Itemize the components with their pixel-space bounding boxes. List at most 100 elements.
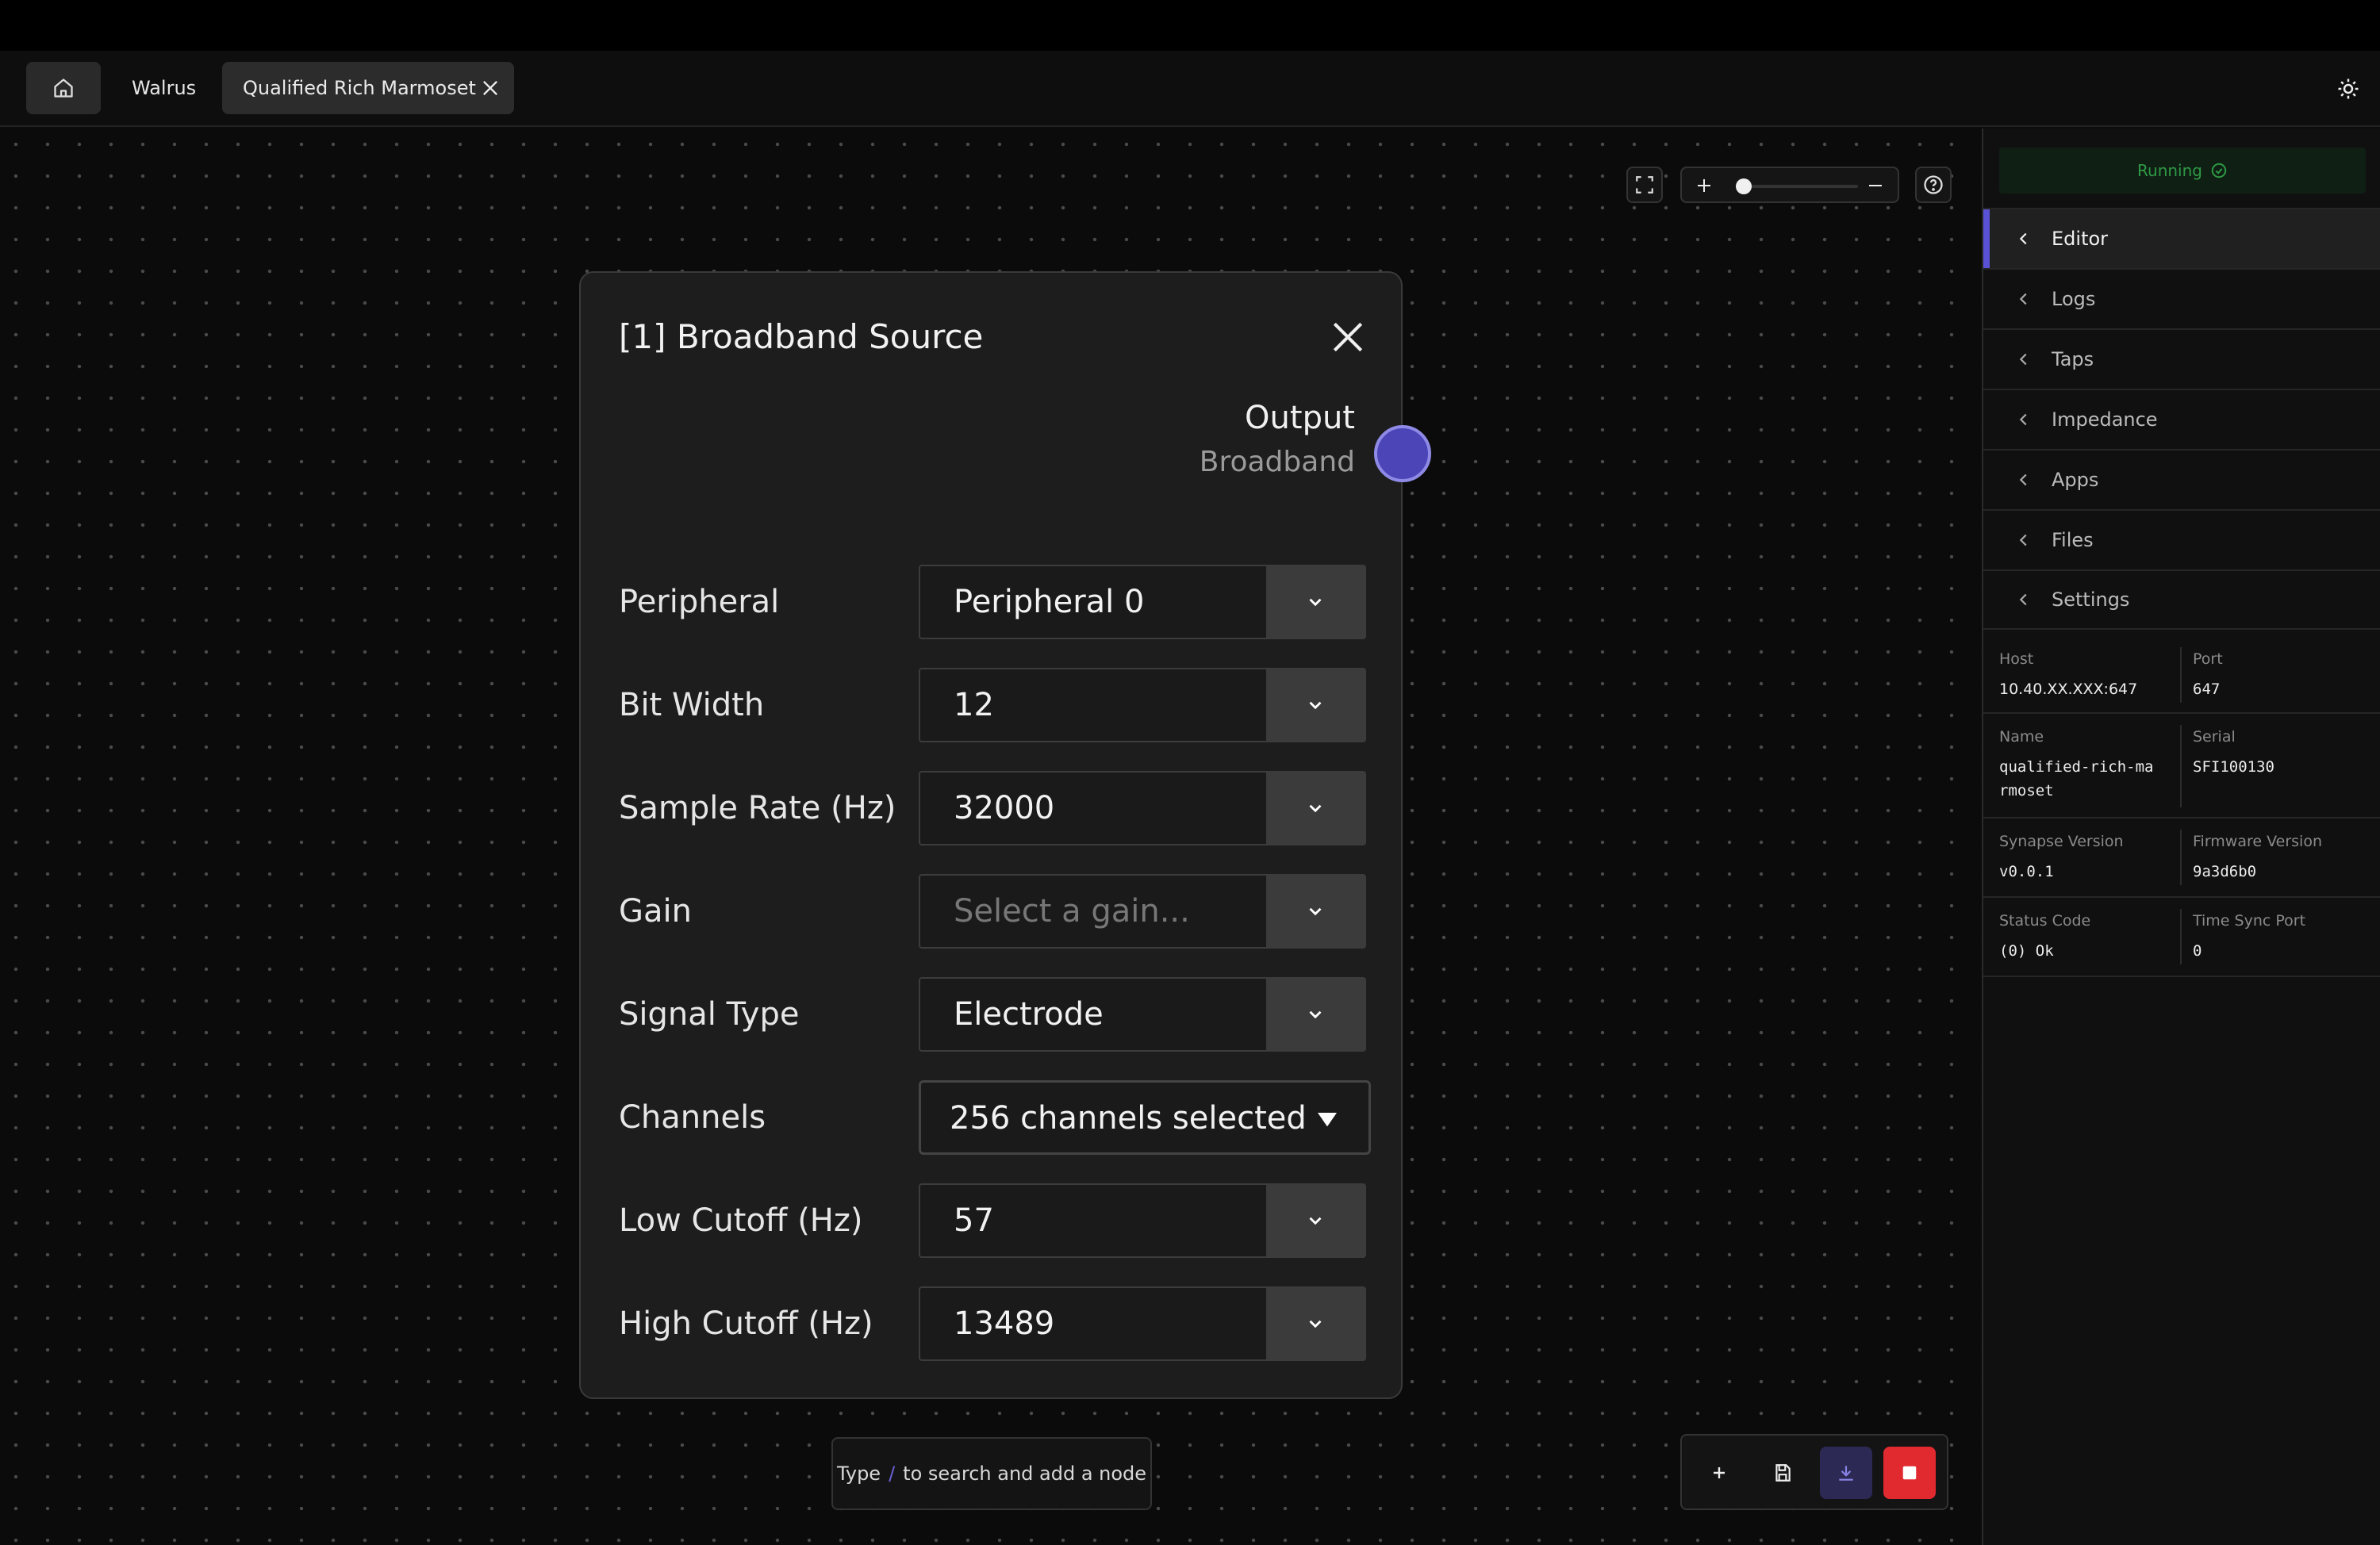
- field-label: Channels: [619, 1099, 766, 1136]
- field-low-cutoff: Low Cutoff (Hz) 57: [619, 1183, 1366, 1258]
- chevron-left-icon: [2019, 353, 2027, 366]
- nav-item-settings[interactable]: Settings: [1983, 569, 2380, 630]
- gain-select[interactable]: Select a gain...: [919, 874, 1366, 949]
- info-value: qualified-rich-marmoset: [1999, 758, 2154, 799]
- nav-item-taps[interactable]: Taps: [1983, 328, 2380, 389]
- info-cell: Firmware Version 9a3d6b0: [2193, 833, 2367, 884]
- status-badge: Running: [1999, 148, 2366, 194]
- field-label: Sample Rate (Hz): [619, 790, 896, 826]
- multiselect-value: 256 channels selected: [950, 1100, 1307, 1137]
- field-label: High Cutoff (Hz): [619, 1305, 873, 1342]
- nav-item-apps[interactable]: Apps: [1983, 449, 2380, 509]
- download-icon: [1839, 1466, 1853, 1481]
- info-label: Status Code: [1999, 912, 2091, 930]
- select-toggle[interactable]: [1266, 979, 1365, 1050]
- nav-item-logs[interactable]: Logs: [1983, 268, 2380, 328]
- tab-walrus[interactable]: Walrus: [119, 62, 209, 114]
- select-toggle[interactable]: [1266, 876, 1365, 947]
- info-row-status: Status Code (0) Ok Time Sync Port 0: [1983, 898, 2380, 977]
- fit-view-button[interactable]: [1626, 167, 1663, 203]
- right-side-panel: Running Editor Logs Taps Impedance Apps …: [1982, 128, 2380, 1545]
- info-cell: Synapse Version v0.0.1: [1999, 833, 2174, 884]
- add-node-button[interactable]: [1693, 1447, 1745, 1499]
- info-cell: Name qualified-rich-marmoset: [1999, 728, 2158, 803]
- hint-shortcut-key: /: [889, 1463, 896, 1485]
- tab-home[interactable]: [26, 62, 101, 114]
- select-toggle[interactable]: [1266, 669, 1365, 741]
- chevron-left-icon: [2019, 593, 2027, 606]
- zoom-slider-track[interactable]: [1741, 185, 1858, 188]
- nav-item-files[interactable]: Files: [1983, 509, 2380, 569]
- info-label: Synapse Version: [1999, 833, 2124, 850]
- peripheral-select[interactable]: Peripheral 0: [919, 565, 1366, 639]
- select-value: Peripheral 0: [954, 584, 1145, 620]
- add-node-search-hint[interactable]: Type / to search and add a node: [831, 1437, 1152, 1510]
- stop-icon: [1902, 1466, 1917, 1480]
- sample-rate-select[interactable]: 32000: [919, 771, 1366, 845]
- low-cutoff-select[interactable]: 57: [919, 1183, 1366, 1258]
- chevron-left-icon: [2019, 534, 2027, 546]
- info-value: 10.40.XX.XXX:647: [1999, 680, 2138, 698]
- high-cutoff-select[interactable]: 13489: [919, 1286, 1366, 1361]
- nav-item-editor[interactable]: Editor: [1983, 208, 2380, 268]
- field-label: Gain: [619, 893, 692, 930]
- zoom-slider-thumb[interactable]: [1736, 178, 1752, 194]
- minus-icon: [1869, 185, 1882, 186]
- info-cell: Serial SFI100130: [2193, 728, 2367, 779]
- select-toggle[interactable]: [1266, 1185, 1365, 1256]
- channels-multiselect[interactable]: 256 channels selected: [919, 1080, 1371, 1155]
- nav-item-impedance[interactable]: Impedance: [1983, 389, 2380, 449]
- field-label: Low Cutoff (Hz): [619, 1202, 863, 1239]
- close-icon[interactable]: [1328, 317, 1368, 357]
- info-cell: Status Code (0) Ok: [1999, 912, 2174, 963]
- bit-width-select[interactable]: 12: [919, 668, 1366, 742]
- fullscreen-icon: [1636, 176, 1653, 194]
- zoom-in-button[interactable]: [1691, 173, 1717, 198]
- chevron-down-icon: [1309, 598, 1322, 607]
- tab-bar: Walrus Qualified Rich Marmoset: [0, 51, 2380, 127]
- select-toggle[interactable]: [1266, 1288, 1365, 1359]
- action-toolbar: [1680, 1434, 1948, 1510]
- output-port-handle[interactable]: [1374, 425, 1431, 482]
- info-divider: [2180, 909, 2182, 964]
- select-toggle[interactable]: [1266, 772, 1365, 844]
- select-value: 12: [954, 687, 994, 723]
- theme-toggle-button[interactable]: [2332, 73, 2364, 105]
- tab-walrus-label: Walrus: [132, 77, 197, 99]
- output-label: Output: [1245, 400, 1355, 436]
- nav-item-label: Settings: [2052, 588, 2130, 611]
- info-divider: [2180, 830, 2182, 885]
- field-signal-type: Signal Type Electrode: [619, 977, 1366, 1052]
- info-label: Port: [2193, 650, 2223, 668]
- nav-item-label: Editor: [2052, 228, 2109, 250]
- info-row-host: Host 10.40.XX.XXX:647 Port 647: [1983, 636, 2380, 714]
- deploy-button[interactable]: [1820, 1447, 1872, 1499]
- zoom-out-button[interactable]: [1863, 173, 1888, 198]
- node-title: [1] Broadband Source: [619, 317, 984, 356]
- info-label: Firmware Version: [2193, 833, 2322, 850]
- tab-qualified-rich-marmoset[interactable]: Qualified Rich Marmoset: [222, 62, 514, 114]
- nav-item-label: Apps: [2052, 469, 2099, 491]
- info-row-name: Name qualified-rich-marmoset Serial SFI1…: [1983, 714, 2380, 819]
- sun-icon: [2338, 79, 2359, 99]
- field-gain: Gain Select a gain...: [619, 874, 1366, 949]
- chevron-down-icon: [1309, 1217, 1322, 1225]
- info-value: (0) Ok: [1999, 942, 2054, 960]
- help-button[interactable]: [1915, 167, 1952, 203]
- stop-button[interactable]: [1883, 1447, 1936, 1499]
- info-label: Name: [1999, 728, 2044, 746]
- save-icon: [1775, 1464, 1791, 1482]
- window-top-strip: [0, 0, 2380, 51]
- save-button[interactable]: [1756, 1447, 1809, 1499]
- select-placeholder: Select a gain...: [954, 893, 1190, 930]
- select-value: 32000: [954, 790, 1055, 826]
- hint-text-before: Type: [836, 1463, 881, 1485]
- status-text: Running: [2137, 161, 2202, 180]
- field-label: Signal Type: [619, 996, 800, 1033]
- chevron-left-icon: [2019, 473, 2027, 486]
- select-toggle[interactable]: [1266, 566, 1365, 638]
- signal-type-select[interactable]: Electrode: [919, 977, 1366, 1052]
- field-channels: Channels 256 channels selected: [619, 1080, 1371, 1155]
- info-cell: Host 10.40.XX.XXX:647: [1999, 650, 2174, 701]
- close-icon[interactable]: [479, 77, 501, 99]
